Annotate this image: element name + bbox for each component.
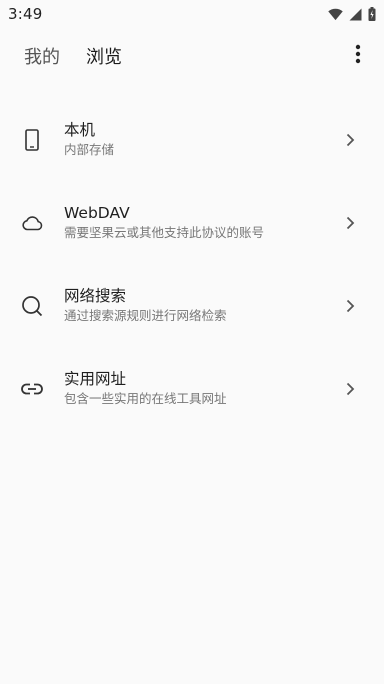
signal-icon bbox=[349, 8, 362, 21]
list-item-local[interactable]: 本机 内部存储 bbox=[0, 98, 384, 181]
chevron-right-icon bbox=[342, 132, 358, 148]
status-bar: 3:49 bbox=[0, 0, 384, 28]
link-icon bbox=[20, 377, 44, 401]
list-item-subtitle: 通过搜索源规则进行网络检索 bbox=[64, 308, 227, 323]
top-app-bar: 我的 浏览 bbox=[0, 28, 384, 84]
battery-icon bbox=[368, 7, 376, 21]
chevron-right-icon bbox=[342, 215, 358, 231]
chevron-right-icon bbox=[342, 298, 358, 314]
status-time: 3:49 bbox=[8, 5, 43, 23]
more-menu-button[interactable] bbox=[346, 44, 370, 68]
list-item-web-search[interactable]: 网络搜索 通过搜索源规则进行网络检索 bbox=[0, 264, 384, 347]
wifi-icon bbox=[328, 8, 343, 21]
search-icon bbox=[20, 294, 44, 318]
phone-icon bbox=[20, 128, 44, 152]
cloud-icon bbox=[20, 211, 44, 235]
chevron-right-icon bbox=[342, 381, 358, 397]
list-item-title: 本机 bbox=[64, 121, 96, 139]
tab-browse[interactable]: 浏览 bbox=[86, 43, 122, 69]
browse-list: 本机 内部存储 WebDAV 需要坚果云或其他支持此协议的账号 网络搜索 通过搜… bbox=[0, 98, 384, 430]
list-item-subtitle: 内部存储 bbox=[64, 142, 115, 157]
tab-mine[interactable]: 我的 bbox=[24, 43, 60, 69]
list-item-title: 网络搜索 bbox=[64, 287, 127, 305]
status-icons bbox=[328, 7, 376, 21]
more-vertical-icon bbox=[355, 44, 361, 68]
list-item-webdav[interactable]: WebDAV 需要坚果云或其他支持此协议的账号 bbox=[0, 181, 384, 264]
list-item-title: WebDAV bbox=[64, 204, 130, 222]
list-item-subtitle: 需要坚果云或其他支持此协议的账号 bbox=[64, 225, 265, 240]
list-item-useful-links[interactable]: 实用网址 包含一些实用的在线工具网址 bbox=[0, 347, 384, 430]
list-item-subtitle: 包含一些实用的在线工具网址 bbox=[64, 391, 227, 406]
list-item-title: 实用网址 bbox=[64, 370, 127, 388]
